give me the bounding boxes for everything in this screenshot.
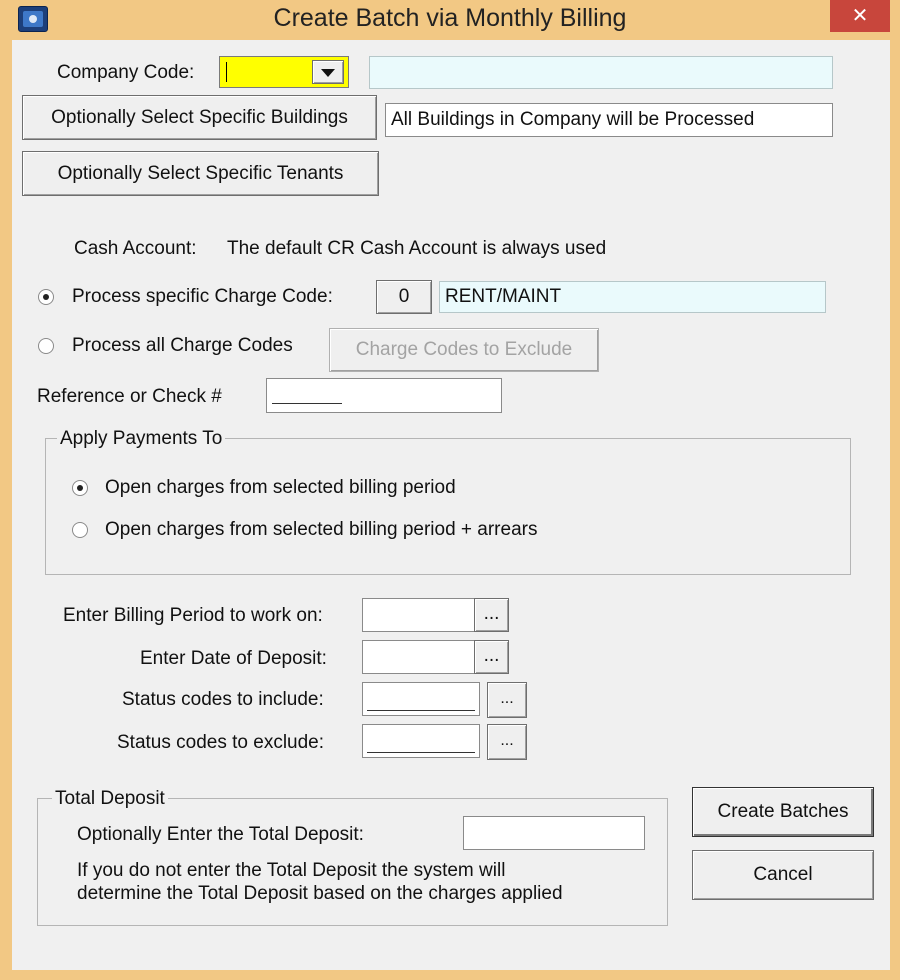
company-name-field[interactable] — [369, 56, 833, 89]
all-charge-codes-radio[interactable] — [38, 338, 54, 354]
arrears-option-radio[interactable] — [72, 522, 88, 538]
billing-period-input[interactable] — [362, 598, 476, 632]
dialog-window: Create Batch via Monthly Billing ✕ Compa… — [0, 0, 900, 980]
billing-period-label: Enter Billing Period to work on: — [63, 605, 323, 626]
charge-code-name-field: RENT/MAINT — [439, 281, 826, 313]
charge-code-button[interactable]: 0 — [376, 280, 432, 314]
billing-period-picker-button[interactable]: ... — [474, 598, 509, 632]
select-buildings-button[interactable]: Optionally Select Specific Buildings — [22, 95, 377, 140]
title-bar: Create Batch via Monthly Billing ✕ — [0, 0, 900, 40]
company-code-label: Company Code: — [57, 62, 195, 83]
company-code-dropdown-button[interactable] — [312, 60, 344, 84]
buildings-status-field: All Buildings in Company will be Process… — [385, 103, 833, 137]
status-include-picker-button[interactable]: ... — [487, 682, 527, 718]
chevron-down-icon — [321, 69, 335, 77]
text-cursor — [226, 62, 227, 82]
status-include-input[interactable] — [362, 682, 480, 716]
dialog-body: Company Code: Optionally Select Specific… — [12, 40, 890, 970]
all-charge-codes-label[interactable]: Process all Charge Codes — [72, 335, 293, 357]
apply-payments-title: Apply Payments To — [57, 428, 226, 450]
deposit-date-label: Enter Date of Deposit: — [140, 648, 327, 669]
arrears-option-label[interactable]: Open charges from selected billing perio… — [105, 519, 537, 541]
deposit-date-picker-button[interactable]: ... — [474, 640, 509, 674]
specific-charge-code-label[interactable]: Process specific Charge Code: — [72, 286, 333, 308]
window-title: Create Batch via Monthly Billing — [273, 4, 627, 32]
reference-label: Reference or Check # — [37, 386, 222, 407]
status-include-label: Status codes to include: — [122, 689, 324, 710]
status-exclude-input[interactable] — [362, 724, 480, 758]
select-tenants-button[interactable]: Optionally Select Specific Tenants — [22, 151, 379, 196]
reference-input-mask — [272, 403, 342, 404]
status-exclude-picker-button[interactable]: ... — [487, 724, 527, 760]
deposit-date-input[interactable] — [362, 640, 476, 674]
cash-account-text: The default CR Cash Account is always us… — [227, 238, 607, 259]
close-icon: ✕ — [851, 5, 869, 27]
cancel-button[interactable]: Cancel — [692, 850, 874, 900]
reference-input[interactable] — [266, 378, 502, 413]
status-exclude-label: Status codes to exclude: — [117, 732, 325, 753]
total-deposit-title: Total Deposit — [52, 788, 168, 810]
billing-period-option-label[interactable]: Open charges from selected billing perio… — [105, 477, 456, 499]
specific-charge-code-radio[interactable] — [38, 289, 54, 305]
total-deposit-note-line1: If you do not enter the Total Deposit th… — [77, 860, 506, 881]
create-batches-button[interactable]: Create Batches — [692, 787, 874, 837]
billing-period-option-radio[interactable] — [72, 480, 88, 496]
close-button[interactable]: ✕ — [830, 0, 890, 32]
total-deposit-input[interactable] — [463, 816, 645, 850]
total-deposit-note-line2: determine the Total Deposit based on the… — [77, 883, 563, 904]
company-code-combo[interactable] — [219, 56, 349, 88]
cash-account-label: Cash Account: — [74, 238, 197, 259]
apply-payments-group — [45, 438, 851, 575]
charge-codes-exclude-button[interactable]: Charge Codes to Exclude — [329, 328, 599, 372]
total-deposit-label: Optionally Enter the Total Deposit: — [77, 824, 364, 845]
